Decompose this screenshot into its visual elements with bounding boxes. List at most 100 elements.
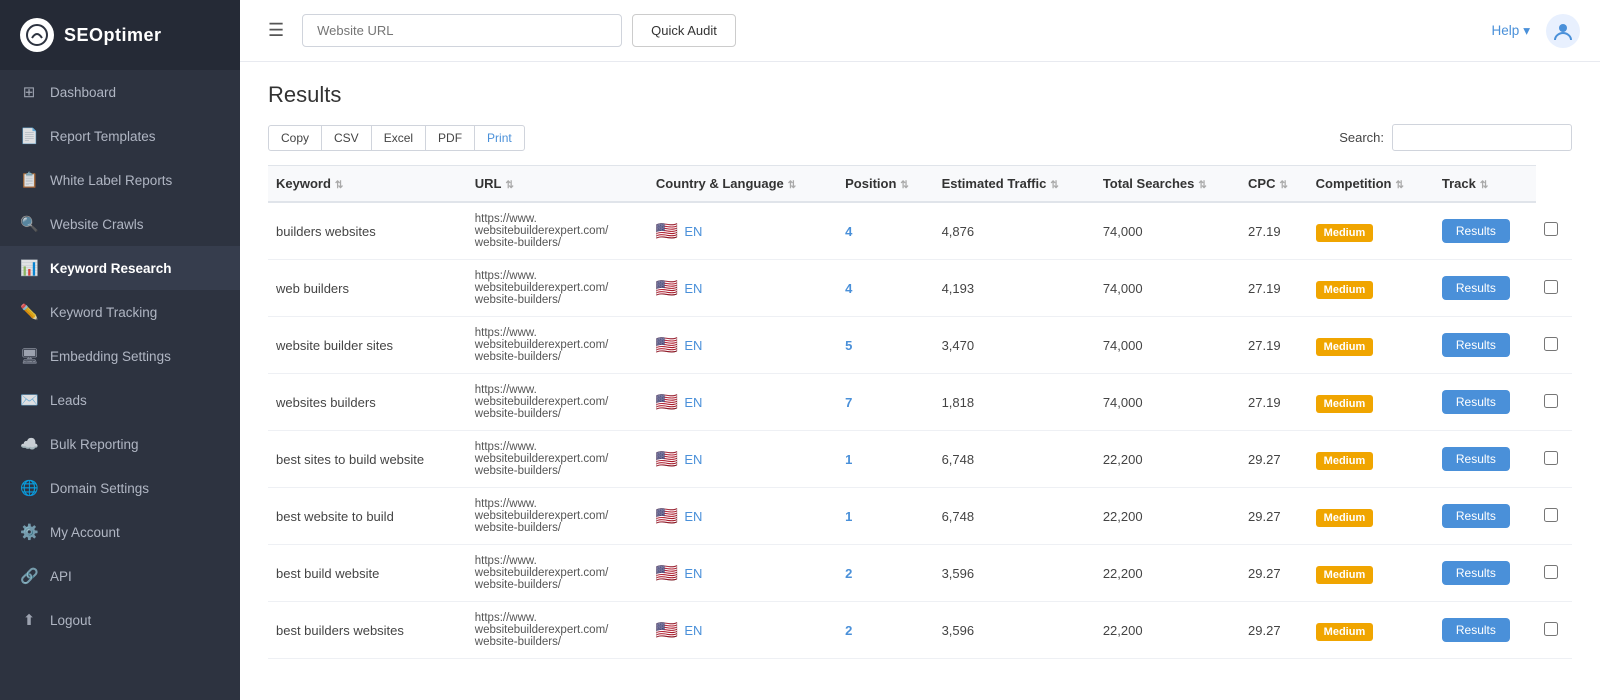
track-checkbox[interactable]	[1544, 280, 1558, 294]
cell-url: https://www. websitebuilderexpert.com/ w…	[467, 317, 648, 374]
col-header-estimated-traffic[interactable]: Estimated Traffic⇅	[934, 166, 1095, 203]
keyword-research-icon: 📊	[20, 259, 38, 277]
competition-badge: Medium	[1316, 452, 1374, 470]
sidebar-item-leads[interactable]: ✉️Leads	[0, 378, 240, 422]
sort-icon: ⇅	[1050, 180, 1058, 191]
help-button[interactable]: Help ▾	[1491, 23, 1530, 39]
menu-button[interactable]: ☰	[260, 16, 292, 45]
toolbar-btn-pdf[interactable]: PDF	[425, 125, 475, 151]
sort-icon: ⇅	[788, 180, 796, 191]
competition-badge: Medium	[1316, 338, 1374, 356]
results-button[interactable]: Results	[1442, 219, 1510, 243]
user-avatar[interactable]	[1546, 14, 1580, 48]
results-button[interactable]: Results	[1442, 390, 1510, 414]
cell-total-searches: 74,000	[1095, 374, 1240, 431]
language-label: EN	[684, 395, 702, 410]
col-header-url[interactable]: URL⇅	[467, 166, 648, 203]
cell-position: 2	[837, 545, 933, 602]
track-checkbox[interactable]	[1544, 337, 1558, 351]
cell-competition: Medium	[1308, 317, 1434, 374]
cell-results-btn: Results	[1434, 374, 1536, 431]
toolbar-btn-excel[interactable]: Excel	[371, 125, 426, 151]
track-checkbox[interactable]	[1544, 622, 1558, 636]
cell-position: 1	[837, 431, 933, 488]
col-header-competition[interactable]: Competition⇅	[1308, 166, 1434, 203]
col-header-track[interactable]: Track⇅	[1434, 166, 1536, 203]
sidebar-item-white-label-reports[interactable]: 📋White Label Reports	[0, 158, 240, 202]
cell-position: 7	[837, 374, 933, 431]
cell-est-traffic: 1,818	[934, 374, 1095, 431]
toolbar-btn-print[interactable]: Print	[474, 125, 525, 151]
col-header-position[interactable]: Position⇅	[837, 166, 933, 203]
sidebar-item-label-leads: Leads	[50, 393, 87, 408]
sidebar-item-keyword-research[interactable]: 📊Keyword Research	[0, 246, 240, 290]
toolbar-btn-csv[interactable]: CSV	[321, 125, 372, 151]
sidebar-item-logout[interactable]: ⬆Logout	[0, 598, 240, 642]
my-account-icon: ⚙️	[20, 523, 38, 541]
sidebar-item-dashboard[interactable]: ⊞Dashboard	[0, 70, 240, 114]
table-row: web buildershttps://www. websitebuildere…	[268, 260, 1572, 317]
col-header-keyword[interactable]: Keyword⇅	[268, 166, 467, 203]
track-checkbox[interactable]	[1544, 451, 1558, 465]
sidebar-item-keyword-tracking[interactable]: ✏️Keyword Tracking	[0, 290, 240, 334]
help-label: Help	[1491, 23, 1519, 38]
cell-est-traffic: 3,470	[934, 317, 1095, 374]
table-row: websites buildershttps://www. websitebui…	[268, 374, 1572, 431]
table-toolbar: CopyCSVExcelPDFPrint Search:	[268, 124, 1572, 151]
topbar: ☰ Quick Audit Help ▾	[240, 0, 1600, 62]
table-row: best sites to build websitehttps://www. …	[268, 431, 1572, 488]
sidebar-item-report-templates[interactable]: 📄Report Templates	[0, 114, 240, 158]
cell-competition: Medium	[1308, 260, 1434, 317]
track-checkbox[interactable]	[1544, 222, 1558, 236]
cell-url: https://www. websitebuilderexpert.com/ w…	[467, 260, 648, 317]
sidebar-item-label-my-account: My Account	[50, 525, 120, 540]
sidebar-item-website-crawls[interactable]: 🔍Website Crawls	[0, 202, 240, 246]
cell-position: 1	[837, 488, 933, 545]
cell-cpc: 29.27	[1240, 602, 1308, 659]
track-checkbox[interactable]	[1544, 565, 1558, 579]
results-button[interactable]: Results	[1442, 276, 1510, 300]
cell-url: https://www. websitebuilderexpert.com/ w…	[467, 545, 648, 602]
quick-audit-button[interactable]: Quick Audit	[632, 14, 736, 47]
cell-competition: Medium	[1308, 431, 1434, 488]
toolbar-btn-copy[interactable]: Copy	[268, 125, 322, 151]
track-checkbox[interactable]	[1544, 394, 1558, 408]
cell-keyword: builders websites	[268, 202, 467, 260]
sidebar-item-my-account[interactable]: ⚙️ My Account	[0, 510, 240, 554]
cell-track	[1536, 374, 1572, 431]
logo-icon	[20, 18, 54, 52]
col-header-total-searches[interactable]: Total Searches⇅	[1095, 166, 1240, 203]
cell-results-btn: Results	[1434, 602, 1536, 659]
results-button[interactable]: Results	[1442, 447, 1510, 471]
toolbar-buttons: CopyCSVExcelPDFPrint	[268, 125, 524, 151]
results-button[interactable]: Results	[1442, 504, 1510, 528]
cell-results-btn: Results	[1434, 202, 1536, 260]
cell-est-traffic: 3,596	[934, 545, 1095, 602]
cell-position: 2	[837, 602, 933, 659]
cell-competition: Medium	[1308, 602, 1434, 659]
language-label: EN	[684, 224, 702, 239]
results-button[interactable]: Results	[1442, 561, 1510, 585]
sidebar-item-label-white-label-reports: White Label Reports	[50, 173, 172, 188]
search-input[interactable]	[1392, 124, 1572, 151]
results-button[interactable]: Results	[1442, 333, 1510, 357]
sidebar-item-api[interactable]: 🔗API	[0, 554, 240, 598]
competition-badge: Medium	[1316, 566, 1374, 584]
cell-total-searches: 22,200	[1095, 602, 1240, 659]
sidebar-item-bulk-reporting[interactable]: ☁️Bulk Reporting	[0, 422, 240, 466]
report-templates-icon: 📄	[20, 127, 38, 145]
sidebar-item-domain-settings[interactable]: 🌐Domain Settings	[0, 466, 240, 510]
track-checkbox[interactable]	[1544, 508, 1558, 522]
language-label: EN	[684, 338, 702, 353]
cell-results-btn: Results	[1434, 431, 1536, 488]
language-label: EN	[684, 509, 702, 524]
col-header-country-&-language[interactable]: Country & Language⇅	[648, 166, 837, 203]
url-input[interactable]	[302, 14, 622, 47]
cell-est-traffic: 4,876	[934, 202, 1095, 260]
table-row: best builders websiteshttps://www. websi…	[268, 602, 1572, 659]
flag-icon: 🇺🇸	[656, 335, 678, 356]
sidebar-item-embedding-settings[interactable]: 🖥Embedding Settings	[0, 334, 240, 378]
col-header-cpc[interactable]: CPC⇅	[1240, 166, 1308, 203]
results-button[interactable]: Results	[1442, 618, 1510, 642]
keyword-tracking-icon: ✏️	[20, 303, 38, 321]
